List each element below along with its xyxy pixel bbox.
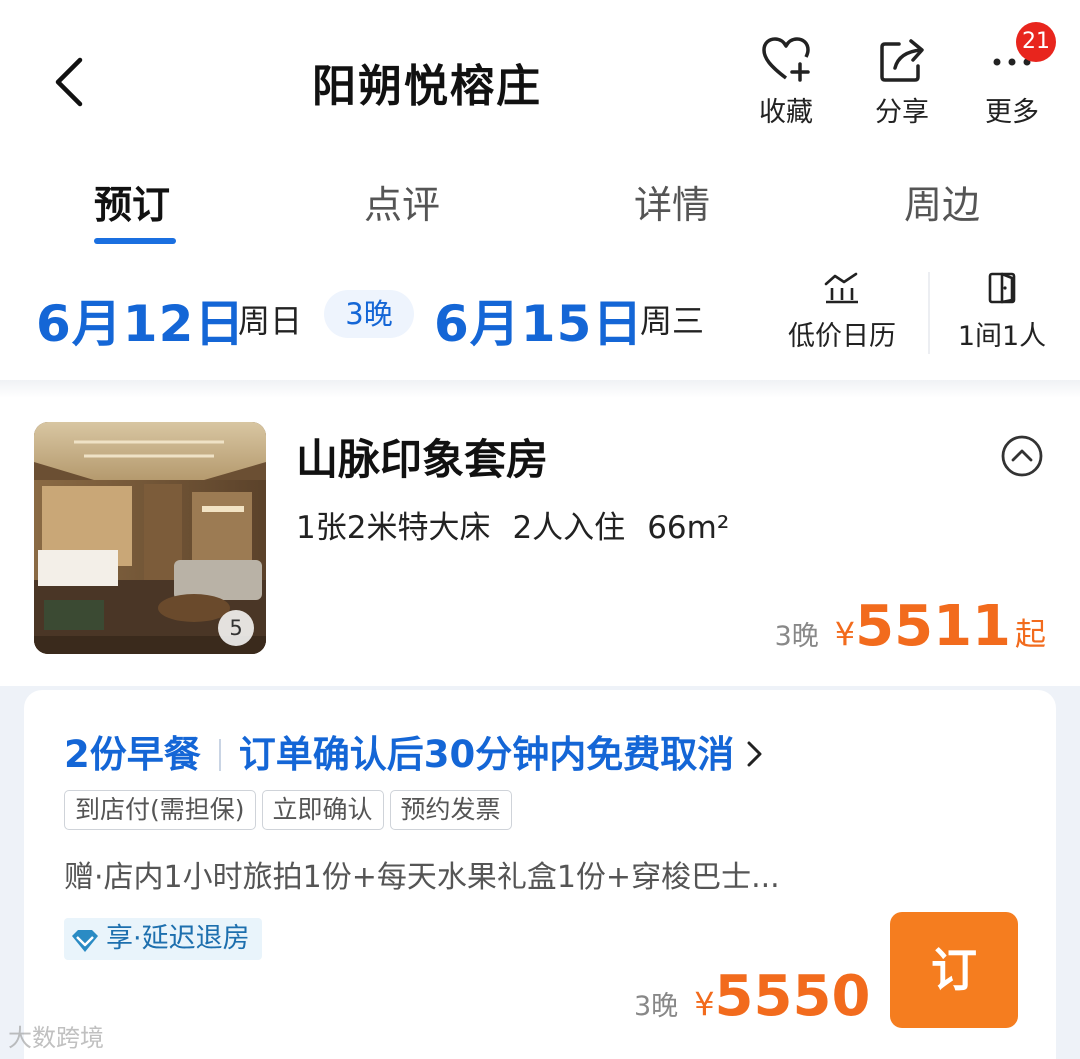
nights-count: 3晚 — [324, 290, 414, 338]
divider — [928, 272, 930, 354]
share-label: 分享 — [875, 97, 929, 128]
share-button[interactable]: 分享 — [860, 36, 944, 136]
checkout-weekday: 周三 — [640, 302, 705, 340]
header-bar: 阳朔悦榕庄 收藏 分享 更多 21 — [0, 0, 1080, 150]
price-calendar-label: 低价日历 — [788, 321, 896, 352]
tag-invoice: 预约发票 — [389, 790, 512, 830]
rooms-guests-label: 1间1人 — [957, 321, 1047, 352]
share-icon — [880, 39, 924, 82]
room-price-nights: 3晚 — [774, 621, 819, 652]
divider — [218, 739, 221, 771]
collapse-button[interactable] — [1000, 434, 1044, 478]
heart-plus-icon — [762, 37, 810, 82]
rate-price-nights: 3晚 — [634, 991, 679, 1022]
room-area: 66m² — [647, 510, 730, 546]
door-icon — [988, 272, 1016, 304]
chevron-left-icon — [55, 57, 83, 107]
room-specs: 1张2米特大床 2人入住 66m² — [296, 502, 751, 547]
more-label: 更多 — [985, 97, 1039, 128]
notification-badge: 21 — [1016, 22, 1056, 62]
checkout-date[interactable]: 6月15日 — [434, 284, 643, 356]
room-price-currency: ¥ — [834, 615, 856, 653]
room-price-suffix: 起 — [1015, 617, 1046, 653]
stay-dates-row[interactable]: 6月12日 周日 3晚 6月15日 周三 低价日历 1间1人 — [0, 260, 1080, 380]
tab-bar: 预订 点评 详情 周边 — [0, 160, 1080, 250]
bed-type: 1张2米特大床 — [296, 510, 491, 546]
rate-tags: 到店付(需担保) 立即确认 预约发票 — [64, 790, 518, 830]
rooms-guests-button[interactable]: 1间1人 — [956, 270, 1048, 353]
checkin-weekday: 周日 — [238, 302, 303, 340]
book-button[interactable]: 订 — [890, 912, 1018, 1028]
checkin-date[interactable]: 6月12日 — [36, 284, 245, 356]
favorite-button[interactable]: 收藏 — [744, 36, 828, 136]
room-price: 3晚 ¥5511 起 — [775, 594, 1046, 659]
rate-price-value: 5550 — [714, 964, 871, 1029]
room-name: 山脉印象套房 — [296, 435, 549, 484]
tab-details[interactable]: 详情 — [634, 174, 710, 229]
rate-plan-card[interactable]: 2份早餐 订单确认后30分钟内免费取消 到店付(需担保) 立即确认 预约发票 赠·店内… — [24, 690, 1056, 1059]
room-price-value: 5511 — [855, 594, 1011, 659]
rate-plan-header[interactable]: 2份早餐 订单确认后30分钟内免费取消 — [64, 724, 766, 778]
late-checkout-perk: 享·延迟退房 — [64, 918, 262, 960]
price-calendar-button[interactable]: 低价日历 — [782, 270, 902, 353]
hotel-title: 阳朔悦榕庄 — [312, 61, 542, 112]
chevron-up-circle-icon — [1001, 435, 1043, 477]
gift-description: 赠·店内1小时旅拍1份+每天水果礼盒1份+穿梭巴士... — [64, 860, 780, 895]
tag-pay-at-hotel: 到店付(需担保) — [64, 790, 256, 830]
diamond-icon — [72, 930, 98, 952]
active-tab-indicator — [94, 238, 176, 244]
price-trend-icon — [824, 272, 858, 304]
tab-nearby[interactable]: 周边 — [904, 174, 980, 229]
breakfast-info: 2份早餐 — [64, 733, 201, 776]
chevron-right-icon — [747, 741, 762, 767]
tab-reviews[interactable]: 点评 — [364, 174, 440, 229]
occupancy: 2人入住 — [512, 510, 626, 546]
rate-price-currency: ¥ — [694, 985, 715, 1023]
late-checkout-label: 享·延迟退房 — [106, 923, 250, 954]
tag-instant-confirm: 立即确认 — [261, 790, 384, 830]
favorite-label: 收藏 — [759, 97, 813, 128]
watermark: 大数跨境 — [8, 1024, 104, 1052]
back-button[interactable] — [40, 50, 100, 110]
photo-count-badge: 5 — [218, 610, 254, 646]
section-divider — [0, 380, 1080, 398]
tab-booking[interactable]: 预订 — [94, 174, 170, 229]
cancel-policy: 订单确认后30分钟内免费取消 — [238, 733, 735, 776]
rate-price: 3晚 ¥5550 — [634, 964, 870, 1029]
